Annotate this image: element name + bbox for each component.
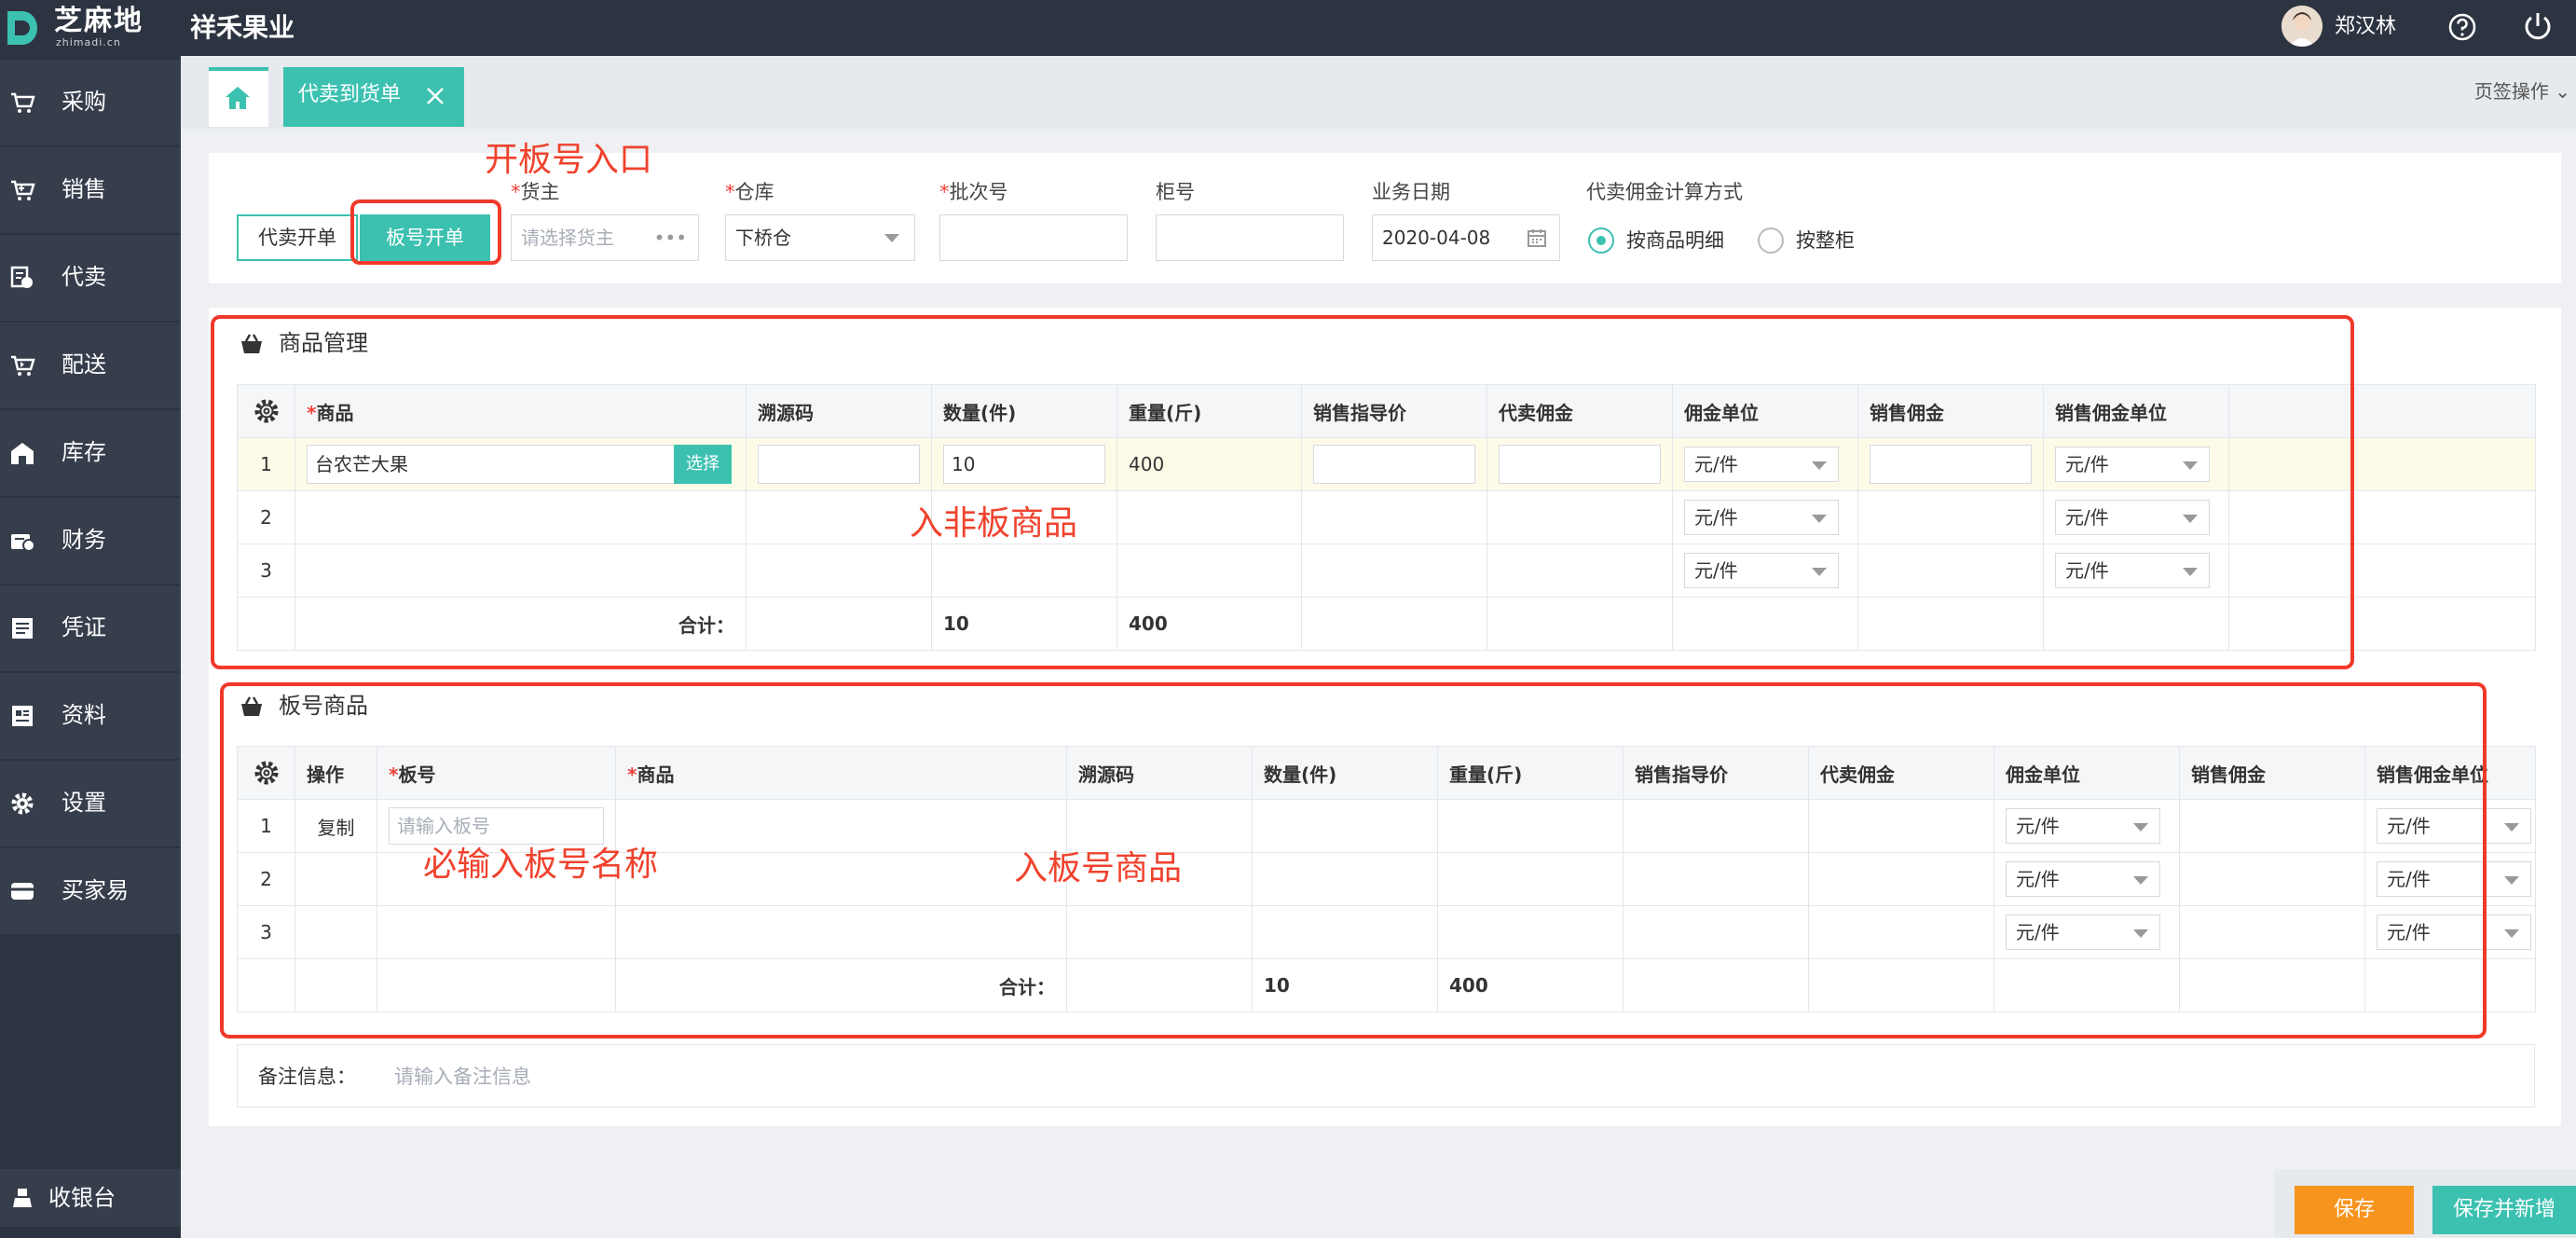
chevron-down-icon: [2504, 929, 2519, 938]
sidebar-item-settings[interactable]: 设置: [0, 761, 181, 846]
more-icon: •••: [653, 227, 687, 249]
consign-order-button[interactable]: 代卖开单: [237, 214, 358, 261]
sidebar: 采购 销售 代卖 配送 库存 财务 凭证 资料 设置 买家易: [0, 56, 181, 1238]
gear-icon: [11, 792, 34, 815]
logo-text: 芝麻地: [54, 5, 144, 37]
warehouse-select[interactable]: 下桥仓: [725, 214, 915, 261]
annotation-board-entry: 开板号入口: [485, 141, 653, 179]
close-icon[interactable]: [423, 84, 447, 108]
home-icon: [226, 87, 250, 109]
cart-icon: [11, 92, 35, 113]
help-icon[interactable]: [2446, 11, 2478, 43]
delivery-icon: [11, 355, 35, 376]
chevron-down-icon: [884, 234, 899, 242]
tab-consign-arrival[interactable]: 代卖到货单: [283, 67, 464, 127]
batch-label: *批次号: [939, 181, 1008, 203]
sidebar-item-inventory[interactable]: 库存: [0, 410, 181, 496]
sidebar-item-cashier[interactable]: 收银台: [0, 1169, 181, 1227]
tab-bar: 代卖到货单 页签操作 ⌄: [181, 56, 2576, 129]
calendar-icon: [1528, 229, 1546, 247]
sidebar-item-label: 资料: [62, 702, 106, 728]
consign-icon: [10, 266, 33, 288]
cabinet-label: 柜号: [1156, 181, 1195, 203]
avatar-portrait-icon: [2281, 6, 2323, 47]
date-picker[interactable]: 2020-04-08: [1372, 214, 1560, 261]
sidebar-item-label: 买家易: [62, 877, 129, 903]
owner-select[interactable]: 请选择货主 •••: [511, 214, 699, 261]
sidebar-item-purchase[interactable]: 采购: [0, 60, 181, 145]
save-button[interactable]: 保存: [2295, 1186, 2414, 1234]
annotation-board-goods: 入板号商品: [1014, 849, 1183, 887]
required-mark: *: [725, 181, 735, 203]
sidebar-item-label: 代卖: [62, 264, 106, 290]
warehouse-value: 下桥仓: [735, 227, 791, 249]
batch-input[interactable]: [939, 214, 1128, 261]
date-label: 业务日期: [1372, 181, 1450, 203]
avatar[interactable]: [2281, 6, 2323, 47]
sidebar-item-buyer[interactable]: 买家易: [0, 848, 181, 934]
chevron-down-icon: [2504, 823, 2519, 832]
page-ops-menu[interactable]: 页签操作 ⌄: [2474, 78, 2576, 104]
logo-subtext: zhimadi.cn: [56, 36, 121, 48]
finance-icon: [11, 534, 35, 552]
required-mark: *: [511, 181, 521, 203]
sidebar-item-label: 销售: [62, 176, 106, 202]
sidebar-item-delivery[interactable]: 配送: [0, 323, 181, 408]
sidebar-item-label: 采购: [62, 89, 106, 115]
top-bar: 芝麻地 zhimadi.cn 祥禾果业 郑汉林: [0, 0, 2576, 56]
date-value: 2020-04-08: [1382, 227, 1491, 249]
sidebar-item-label: 凭证: [62, 614, 106, 640]
tab-home[interactable]: [209, 67, 268, 127]
sidebar-item-label: 财务: [62, 527, 106, 553]
annotation-board-name: 必输入板号名称: [423, 846, 659, 884]
user-name[interactable]: 郑汉林: [2335, 11, 2396, 43]
sidebar-item-finance[interactable]: 财务: [0, 498, 181, 584]
cabinet-input[interactable]: [1156, 214, 1344, 261]
page-ops-label: 页签操作: [2473, 80, 2549, 103]
company-name: 祥禾果业: [190, 12, 295, 43]
sidebar-item-label: 库存: [62, 439, 106, 465]
logo-mark-icon: [7, 11, 37, 45]
required-mark: *: [939, 181, 950, 203]
logo[interactable]: 芝麻地 zhimadi.cn: [0, 0, 181, 56]
calc-method-label: 代卖佣金计算方式: [1586, 181, 1743, 203]
sell-cart-icon: [11, 180, 35, 200]
warehouse-label: *仓库: [725, 181, 774, 203]
chevron-down-icon: ⌄: [2555, 80, 2570, 103]
calc-radio-by-item[interactable]: [1588, 227, 1614, 254]
annotation-box-board-entry: [350, 199, 501, 265]
sidebar-item-label: 设置: [62, 790, 106, 816]
buyer-icon: [11, 883, 34, 900]
sidebar-item-consign[interactable]: 代卖: [0, 235, 181, 321]
calc-option-by-cabinet[interactable]: 按整柜: [1796, 227, 1855, 254]
power-icon[interactable]: [2521, 9, 2555, 43]
warehouse-icon: [11, 443, 34, 464]
owner-label: *货主: [511, 181, 560, 203]
calc-radio-by-cabinet[interactable]: [1758, 227, 1784, 254]
annotation-box-goods: [211, 315, 2354, 669]
owner-placeholder: 请选择货主: [521, 227, 614, 249]
annotation-non-board: 入非板商品: [910, 504, 1078, 543]
sidebar-item-label: 配送: [62, 351, 106, 378]
remark-field: 备注信息： 请输入备注信息: [237, 1044, 2535, 1107]
chevron-down-icon: [2504, 876, 2519, 885]
remark-label: 备注信息：: [258, 1066, 356, 1088]
sidebar-item-data[interactable]: 资料: [0, 673, 181, 759]
tab-label: 代卖到货单: [298, 83, 402, 106]
save-and-new-button[interactable]: 保存并新增: [2432, 1186, 2576, 1234]
data-icon: [12, 706, 33, 726]
voucher-icon: [12, 618, 33, 639]
sidebar-item-voucher[interactable]: 凭证: [0, 585, 181, 671]
cashier-icon: [13, 1189, 32, 1207]
calc-option-by-item[interactable]: 按商品明细: [1626, 227, 1724, 254]
remark-input[interactable]: 请输入备注信息: [394, 1064, 531, 1090]
cashier-label: 收银台: [48, 1185, 116, 1211]
sidebar-item-sales[interactable]: 销售: [0, 147, 181, 233]
